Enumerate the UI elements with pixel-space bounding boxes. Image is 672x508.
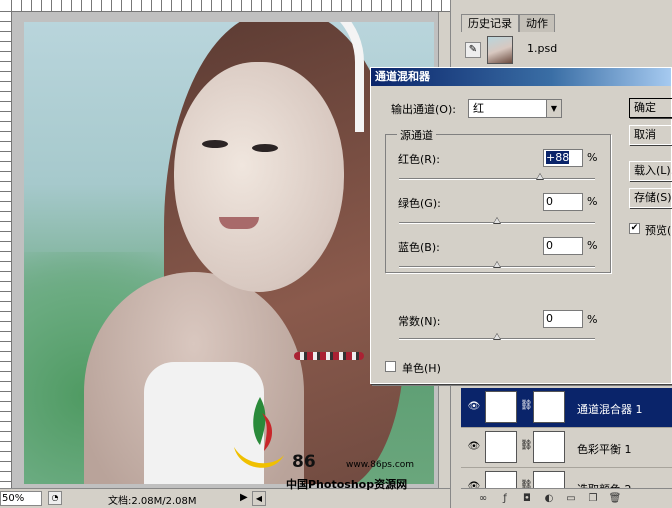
adjustment-layer-icon bbox=[485, 431, 517, 463]
watermark-url: www.86ps.com bbox=[346, 460, 415, 470]
preview-checkbox[interactable]: ✔ bbox=[629, 223, 640, 234]
red-channel-percent: % bbox=[587, 151, 598, 164]
layer-row[interactable]: 👁 ⛓ 通道混合器 1 bbox=[461, 388, 672, 428]
new-group-icon[interactable]: ▭ bbox=[563, 492, 579, 506]
monochrome-checkbox[interactable] bbox=[385, 361, 396, 372]
scroll-left-arrow-icon[interactable]: ◀ bbox=[252, 491, 266, 506]
green-channel-percent: % bbox=[587, 195, 598, 208]
layer-mask-thumbnail[interactable] bbox=[533, 391, 565, 423]
output-channel-label: 输出通道(O): bbox=[391, 103, 456, 116]
slider-thumb[interactable] bbox=[493, 333, 501, 340]
layer-name: 通道混合器 1 bbox=[577, 403, 643, 416]
constant-input[interactable]: 0 bbox=[543, 310, 583, 328]
constant-slider[interactable] bbox=[399, 333, 595, 340]
green-channel-slider[interactable] bbox=[399, 217, 595, 224]
constant-label: 常数(N): bbox=[398, 315, 441, 328]
red-channel-input[interactable]: +88 bbox=[543, 149, 583, 167]
cancel-button[interactable]: 取消 bbox=[629, 125, 672, 145]
trash-icon[interactable]: 🗑 bbox=[607, 492, 623, 506]
layers-footer-toolbar: ∞ ƒ ◘ ◐ ▭ ❐ 🗑 bbox=[461, 488, 672, 508]
photo-mouth bbox=[219, 217, 259, 229]
snapshot-thumbnail bbox=[487, 36, 513, 64]
red-channel-label: 红色(R): bbox=[398, 153, 440, 166]
history-panel-tabs: 历史记录 动作 bbox=[461, 14, 555, 32]
status-menu-arrow-icon[interactable]: ▶ bbox=[240, 492, 248, 503]
tab-actions[interactable]: 动作 bbox=[519, 14, 555, 32]
photo-headband bbox=[294, 22, 364, 132]
slider-thumb[interactable] bbox=[493, 261, 501, 268]
layer-style-icon[interactable]: ƒ bbox=[497, 492, 513, 506]
blue-channel-label: 蓝色(B): bbox=[398, 241, 440, 254]
layer-mask-thumbnail[interactable] bbox=[533, 431, 565, 463]
slider-thumb[interactable] bbox=[493, 217, 501, 224]
slider-thumb[interactable] bbox=[536, 173, 545, 180]
preview-label[interactable]: 预览(P) bbox=[645, 222, 672, 238]
green-channel-input[interactable]: 0 bbox=[543, 193, 583, 211]
green-channel-label: 绿色(G): bbox=[398, 197, 441, 210]
layer-name: 色彩平衡 1 bbox=[577, 443, 632, 456]
ruler-corner bbox=[0, 0, 12, 12]
tab-history[interactable]: 历史记录 bbox=[461, 14, 519, 32]
add-mask-icon[interactable]: ◘ bbox=[519, 492, 535, 506]
new-adjustment-icon[interactable]: ◐ bbox=[541, 492, 557, 506]
chevron-down-icon[interactable]: ▼ bbox=[546, 100, 561, 117]
load-button[interactable]: 载入(L)... bbox=[629, 161, 672, 181]
blue-channel-slider[interactable] bbox=[399, 261, 595, 268]
vertical-ruler bbox=[0, 12, 12, 488]
red-channel-value: +88 bbox=[546, 151, 570, 164]
snapshot-name: 1.psd bbox=[527, 42, 558, 55]
history-brush-icon[interactable]: ✎ bbox=[465, 42, 481, 58]
visibility-eye-icon[interactable]: 👁 bbox=[467, 401, 481, 413]
ok-button[interactable]: 确定 bbox=[629, 98, 672, 118]
output-channel-select[interactable]: 红 ▼ bbox=[468, 99, 562, 118]
output-channel-value: 红 bbox=[473, 102, 484, 115]
channel-mixer-dialog: 通道混和器 输出通道(O): 红 ▼ 源通道 红色(R): +88 % 绿色(G… bbox=[370, 67, 672, 384]
constant-percent: % bbox=[587, 313, 598, 326]
chain-link-icon[interactable]: ⛓ bbox=[520, 440, 533, 454]
chain-link-icon[interactable]: ⛓ bbox=[520, 400, 533, 414]
new-layer-icon[interactable]: ❐ bbox=[585, 492, 601, 506]
photo-left-eye bbox=[202, 140, 228, 148]
blue-channel-input[interactable]: 0 bbox=[543, 237, 583, 255]
source-channels-legend: 源通道 bbox=[397, 127, 436, 143]
watermark-site-name: 中国Photoshop资源网 bbox=[286, 478, 408, 491]
photo-right-eye bbox=[252, 144, 278, 152]
status-info-icon[interactable]: ◔ bbox=[48, 491, 62, 505]
watermark-logo-icon bbox=[234, 397, 284, 468]
red-channel-slider[interactable] bbox=[399, 173, 595, 180]
save-button[interactable]: 存储(S)... bbox=[629, 188, 672, 208]
adjustment-layer-icon bbox=[485, 391, 517, 423]
history-snapshot-row[interactable]: ✎ 1.psd bbox=[461, 34, 672, 64]
blue-channel-percent: % bbox=[587, 239, 598, 252]
zoom-field[interactable]: 50% bbox=[0, 491, 42, 506]
link-layers-icon[interactable]: ∞ bbox=[475, 492, 491, 506]
horizontal-ruler bbox=[12, 0, 450, 12]
dialog-title[interactable]: 通道混和器 bbox=[371, 68, 671, 86]
monochrome-label[interactable]: 单色(H) bbox=[402, 360, 441, 376]
document-size: 文档:2.08M/2.08M bbox=[108, 496, 197, 507]
visibility-eye-icon[interactable]: 👁 bbox=[467, 441, 481, 453]
photo-necklace bbox=[294, 352, 364, 360]
watermark-brand: 86 bbox=[292, 452, 316, 472]
layer-row[interactable]: 👁 ⛓ 色彩平衡 1 bbox=[461, 428, 672, 468]
